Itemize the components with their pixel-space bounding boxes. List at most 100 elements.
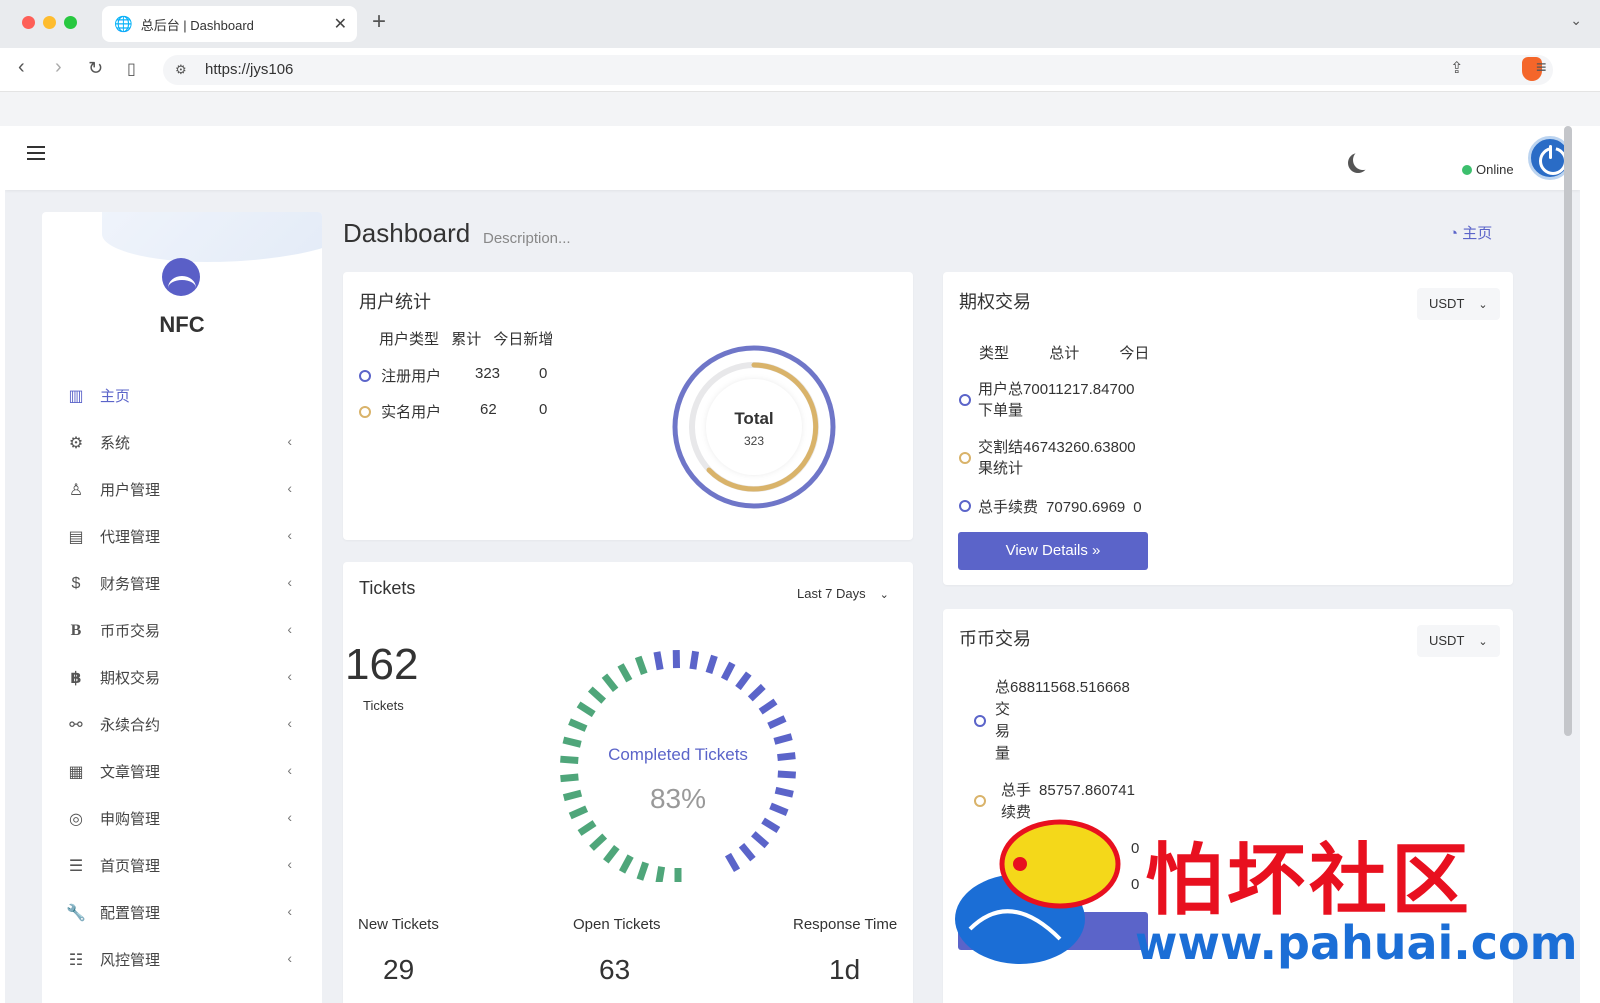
- menu-icon[interactable]: ≡: [1536, 57, 1547, 78]
- sidebar-item-agents[interactable]: ▤ 代理管理 ‹: [42, 513, 322, 560]
- sidebar-item-system[interactable]: ⚙ 系统 ‹: [42, 419, 322, 466]
- spot-value: 0: [1131, 876, 1140, 893]
- sidebar-decoration: [102, 212, 322, 262]
- gauge-segment: [767, 715, 787, 730]
- gauge-segment: [636, 861, 649, 881]
- tab-title: 总后台 | Dashboard: [140, 17, 254, 33]
- hamburger-menu-icon[interactable]: [27, 146, 45, 160]
- reload-icon[interactable]: ↻: [88, 58, 103, 79]
- user-stats-card: 用户统计 用户类型 累计 今日新增 注册用户 323 0 实名用户 62 0 T…: [343, 272, 913, 540]
- tickets-card: Tickets Last 7 Days ⌄ 162 Tickets Complet…: [343, 562, 913, 1003]
- gauge-segment: [587, 686, 607, 704]
- user-today: 0: [539, 365, 548, 382]
- legend-ring-icon: [359, 406, 371, 418]
- legend-ring-icon: [959, 500, 971, 512]
- forward-icon[interactable]: ›: [55, 56, 62, 79]
- options-view-details-button[interactable]: View Details »: [958, 532, 1148, 570]
- sidebar-item-homepage[interactable]: ☰ 首页管理 ‹: [42, 842, 322, 889]
- dashboard-gauge-icon: ◔: [1449, 225, 1463, 242]
- site-settings-icon[interactable]: ⚙: [175, 55, 187, 85]
- share-icon[interactable]: ⇪: [1450, 58, 1463, 78]
- newspaper-icon: ▦: [68, 763, 84, 781]
- donut-value: 323: [744, 434, 764, 448]
- browser-toolbar: ‹ › ↻ ▯ ⚙ https://jys106 ⇪ ≡: [0, 48, 1600, 92]
- card-title: Tickets: [359, 578, 416, 598]
- chevron-down-icon: ⌄: [879, 589, 889, 601]
- gauge-segment: [603, 844, 620, 864]
- col-header-today: 今日新增: [493, 331, 554, 348]
- gauge-segment: [774, 786, 794, 798]
- user-stats-row: 注册用户: [359, 365, 441, 386]
- sidebar-item-risk[interactable]: ☷ 风控管理 ‹: [42, 936, 322, 983]
- sidebar-item-label: 期权交易: [100, 670, 161, 687]
- new-tab-button[interactable]: +: [372, 8, 386, 36]
- gauge-segment: [655, 866, 666, 882]
- online-status-text: Online: [1476, 162, 1514, 177]
- spot-value: 0: [1131, 840, 1140, 857]
- sidebar-item-label: 配置管理: [100, 905, 161, 922]
- gauge-segment: [777, 752, 796, 762]
- gauge-segment: [560, 773, 579, 783]
- zoom-window-button[interactable]: [64, 16, 77, 29]
- close-window-button[interactable]: [22, 16, 35, 29]
- sidebar-item-options[interactable]: ฿ 期权交易 ‹: [42, 654, 322, 701]
- gauge-segment: [761, 817, 781, 834]
- gauge-segment: [634, 655, 648, 676]
- sidebar-brand: NFC: [159, 312, 205, 337]
- gauge-segment: [577, 820, 597, 836]
- watermark-text: 怕坏社区: [1145, 835, 1474, 926]
- gauge-segment: [617, 663, 633, 683]
- sidebar-item-perpetual[interactable]: ⚯ 永续合约 ‹: [42, 701, 322, 748]
- user-total: 62: [480, 401, 497, 418]
- gauge-segment: [751, 831, 770, 849]
- col-header-type: 类型: [979, 345, 1010, 362]
- user-total: 323: [475, 365, 501, 382]
- dark-mode-toggle-icon[interactable]: [1353, 150, 1373, 170]
- page-title: Dashboard: [343, 218, 471, 248]
- legend-ring-icon: [359, 370, 371, 382]
- page-scrollbar[interactable]: [1564, 126, 1572, 736]
- gauge-segment: [568, 718, 588, 732]
- globe-icon: 🌐: [114, 16, 133, 33]
- back-icon[interactable]: ‹: [18, 56, 25, 79]
- breadcrumb[interactable]: ◔ 主页: [1449, 222, 1492, 243]
- user-stats-row: 实名用户: [359, 401, 441, 422]
- sidebar-item-label: 系统: [100, 435, 131, 452]
- row-value: 68811568.516668: [1010, 679, 1130, 696]
- completed-tickets-gauge: Completed Tickets 83%: [560, 649, 796, 882]
- row-label: 总: [995, 679, 1011, 696]
- dollar-icon: $: [71, 574, 81, 592]
- chevron-left-icon: ‹: [287, 856, 292, 872]
- row-value: 85757.860741: [1039, 782, 1135, 799]
- tab-list-chevron-icon[interactable]: ⌄: [1570, 12, 1582, 29]
- spot-currency-select[interactable]: USDT ⌄: [1417, 625, 1500, 657]
- sidebar-item-config[interactable]: 🔧 配置管理 ‹: [42, 889, 322, 936]
- chevron-left-icon: ‹: [287, 621, 292, 637]
- close-tab-icon[interactable]: ✕: [334, 14, 347, 34]
- gauge-segment: [758, 698, 778, 715]
- tickets-range-select[interactable]: Last 7 Days ⌄: [785, 578, 901, 610]
- ticket-count: 162: [345, 640, 419, 689]
- bitcoin-icon: ฿: [70, 669, 82, 687]
- options-card: 期权交易 USDT ⌄ 类型 总计 今日 用户总70011217.84700 下单量…: [943, 272, 1513, 585]
- selected-currency: USDT: [1429, 633, 1465, 648]
- row-value: 70790.6969: [1046, 499, 1126, 516]
- sidebar-item-subscription[interactable]: ◎ 申购管理 ‹: [42, 795, 322, 842]
- user-stats-header: 用户类型 累计 今日新增: [379, 328, 553, 349]
- browser-tab[interactable]: 🌐 总后台 | Dashboard ✕: [102, 6, 357, 42]
- options-currency-select[interactable]: USDT ⌄: [1417, 288, 1500, 320]
- sidebar-item-home[interactable]: ▥ 主页: [42, 372, 322, 419]
- sidebar-item-spot[interactable]: B 币币交易 ‹: [42, 607, 322, 654]
- sidebar-item-articles[interactable]: ▦ 文章管理 ‹: [42, 748, 322, 795]
- row-label: 总手续费: [978, 499, 1039, 516]
- minimize-window-button[interactable]: [43, 16, 56, 29]
- address-bar[interactable]: ⚙ https://jys106: [163, 55, 1553, 85]
- gauge-segment: [589, 833, 608, 851]
- sidebar-item-finance[interactable]: $ 财务管理 ‹: [42, 560, 322, 607]
- chevron-left-icon: ‹: [287, 668, 292, 684]
- gauge-value: 83%: [650, 783, 706, 814]
- bookmark-icon[interactable]: ▯: [127, 59, 136, 79]
- sidebar-item-users[interactable]: ♙ 用户管理 ‹: [42, 466, 322, 513]
- link-icon: ⚯: [69, 716, 83, 734]
- spot-row-volume: 总68811568.516668 交易量: [995, 677, 1130, 765]
